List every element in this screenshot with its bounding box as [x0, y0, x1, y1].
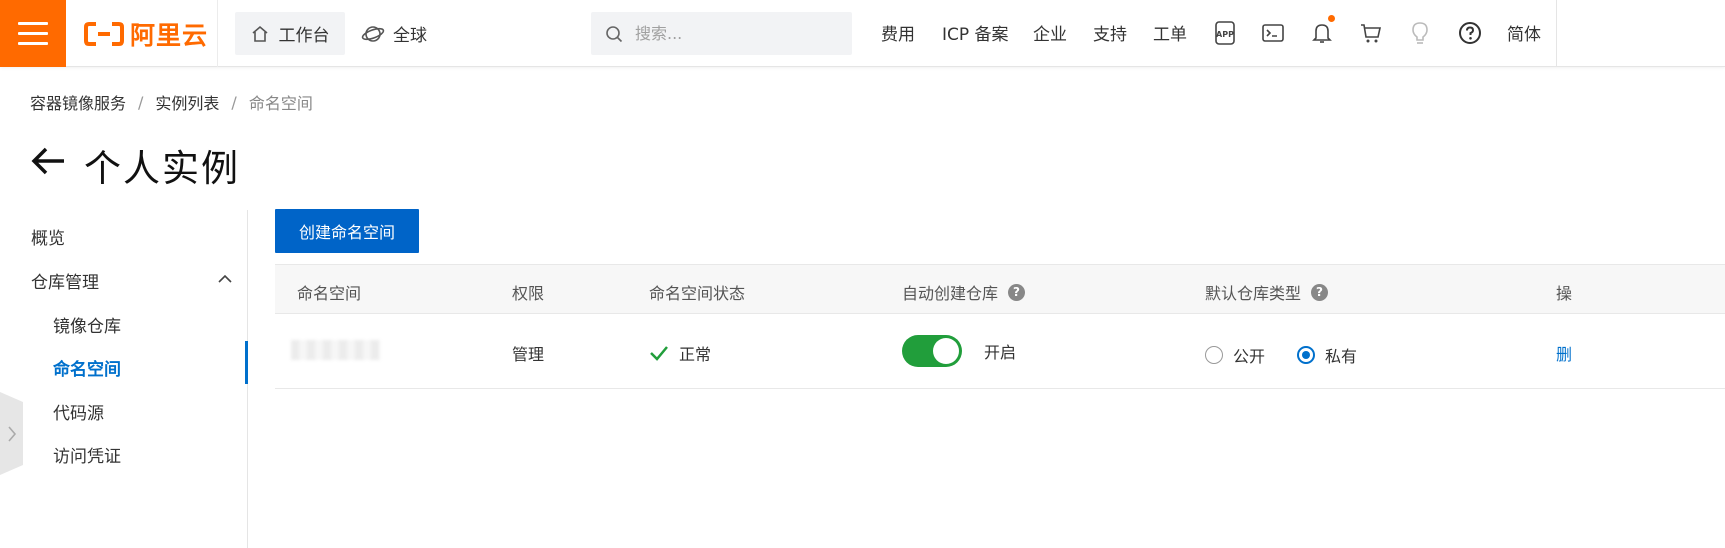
column-header-permission: 权限 [512, 280, 544, 304]
breadcrumb-item-cr-service[interactable]: 容器镜像服务 [30, 90, 126, 114]
workbench-label: 工作台 [278, 26, 330, 46]
column-header-label: 操 [1556, 284, 1573, 303]
sidebar-item-overview[interactable]: 概览 [31, 224, 65, 249]
column-header-label: 默认仓库类型 [1205, 284, 1302, 303]
terminal-icon[interactable] [1260, 19, 1286, 47]
column-header-actions: 操 [1556, 280, 1572, 304]
auto-create-toggle[interactable] [902, 335, 962, 367]
sidebar-item-image-repo[interactable]: 镜像仓库 [53, 312, 121, 337]
table-row: 管理 正常 开启 公开 私有 删 [275, 314, 1725, 389]
nav-support[interactable]: 支持 [1093, 20, 1127, 45]
notification-dot [1328, 15, 1335, 22]
breadcrumb: 容器镜像服务 / 实例列表 / 命名空间 [30, 90, 313, 114]
hamburger-menu-button[interactable] [0, 0, 66, 67]
nav-fee[interactable]: 费用 [881, 20, 915, 45]
sidebar-item-access-credential[interactable]: 访问凭证 [53, 442, 121, 467]
chevron-up-icon[interactable] [218, 274, 232, 284]
help-question-icon[interactable]: ? [1008, 283, 1026, 301]
cart-glyph [1361, 24, 1381, 43]
app-icon[interactable]: APP [1212, 19, 1238, 47]
lightbulb-icon[interactable] [1407, 19, 1433, 47]
bell-glyph [1312, 24, 1332, 43]
delete-link[interactable]: 删 [1556, 341, 1572, 365]
sidebar-item-namespace[interactable]: 命名空间 [53, 355, 121, 380]
nav-enterprise[interactable]: 企业 [1033, 20, 1067, 45]
repo-type-cell: 公开 私有 [1205, 343, 1357, 367]
radio-private-label[interactable]: 私有 [1325, 343, 1357, 367]
breadcrumb-item-namespace: 命名空间 [248, 94, 313, 113]
menu-line [18, 42, 48, 45]
status-text: 正常 [679, 345, 712, 364]
top-navigation-bar: 阿里云 工作台 全球 费用 ICP 备案 企业 支持 工单 APP [0, 0, 1725, 67]
app-glyph: APP [1215, 21, 1235, 45]
radio-public[interactable] [1205, 346, 1223, 364]
column-header-label: 自动创建仓库 [902, 284, 999, 303]
create-namespace-button[interactable]: 创建命名空间 [275, 209, 419, 253]
column-header-default-repo-type: 默认仓库类型 ? [1205, 280, 1329, 304]
logo-bracket-icon [84, 22, 124, 46]
radio-public-label[interactable]: 公开 [1233, 343, 1265, 367]
auto-create-cell: 开启 [902, 335, 1016, 367]
nav-icp[interactable]: ICP 备案 [942, 20, 1009, 45]
namespace-name-redacted[interactable] [291, 340, 380, 360]
sidebar-collapse-toggle[interactable] [0, 392, 23, 475]
search-box[interactable] [591, 12, 852, 55]
workbench-button[interactable]: 工作台 [235, 12, 345, 55]
svg-text:APP: APP [1216, 30, 1234, 39]
menu-line [18, 22, 48, 25]
menu-line [18, 32, 48, 35]
column-header-label: 权限 [512, 284, 545, 303]
search-icon [606, 25, 623, 42]
logo-text: 阿里云 [130, 21, 209, 50]
aliyun-logo[interactable]: 阿里云 [84, 18, 208, 50]
help-icon[interactable] [1457, 19, 1483, 47]
status-cell: 正常 [649, 341, 711, 365]
globe-icon [361, 25, 385, 42]
cart-icon[interactable] [1358, 19, 1384, 47]
breadcrumb-separator: / [138, 92, 144, 112]
toggle-knob [933, 338, 959, 364]
lightbulb-glyph [1412, 22, 1428, 44]
sidebar-item-code-source[interactable]: 代码源 [53, 399, 104, 424]
chevron-right-icon [7, 425, 16, 442]
check-icon [650, 346, 668, 361]
column-header-auto-create: 自动创建仓库 ? [902, 280, 1026, 304]
region-selector[interactable]: 全球 [361, 12, 427, 55]
column-header-label: 命名空间 [297, 284, 362, 303]
column-header-status: 命名空间状态 [649, 280, 745, 304]
header-right-divider [1556, 0, 1557, 67]
home-icon [251, 25, 268, 42]
auto-create-label: 开启 [984, 343, 1017, 362]
back-arrow-icon[interactable] [30, 144, 66, 178]
permission-cell: 管理 [512, 345, 545, 364]
header-divider [217, 0, 218, 67]
help-question-icon[interactable]: ? [1311, 283, 1329, 301]
page-title: 个人实例 [84, 147, 240, 190]
breadcrumb-separator: / [231, 92, 237, 112]
bell-icon[interactable] [1309, 15, 1335, 47]
help-glyph [1459, 22, 1481, 44]
sidebar: 概览 仓库管理 镜像仓库 命名空间 代码源 访问凭证 [0, 210, 248, 548]
namespace-table: 命名空间 权限 命名空间状态 自动创建仓库 ? 默认仓库类型 ? 操 管理 正常… [275, 264, 1725, 389]
column-header-namespace: 命名空间 [297, 280, 361, 304]
radio-private[interactable] [1297, 346, 1316, 364]
sidebar-group-repo-management[interactable]: 仓库管理 [31, 268, 99, 293]
sidebar-active-indicator [245, 341, 248, 384]
region-label: 全球 [393, 26, 427, 46]
terminal-glyph [1262, 24, 1284, 42]
language-switch[interactable]: 简体 [1507, 20, 1541, 45]
nav-ticket[interactable]: 工单 [1153, 20, 1187, 45]
search-input[interactable] [635, 24, 835, 43]
breadcrumb-item-instance-list[interactable]: 实例列表 [155, 90, 219, 114]
column-header-label: 命名空间状态 [649, 284, 746, 303]
table-header: 命名空间 权限 命名空间状态 自动创建仓库 ? 默认仓库类型 ? 操 [275, 264, 1725, 314]
